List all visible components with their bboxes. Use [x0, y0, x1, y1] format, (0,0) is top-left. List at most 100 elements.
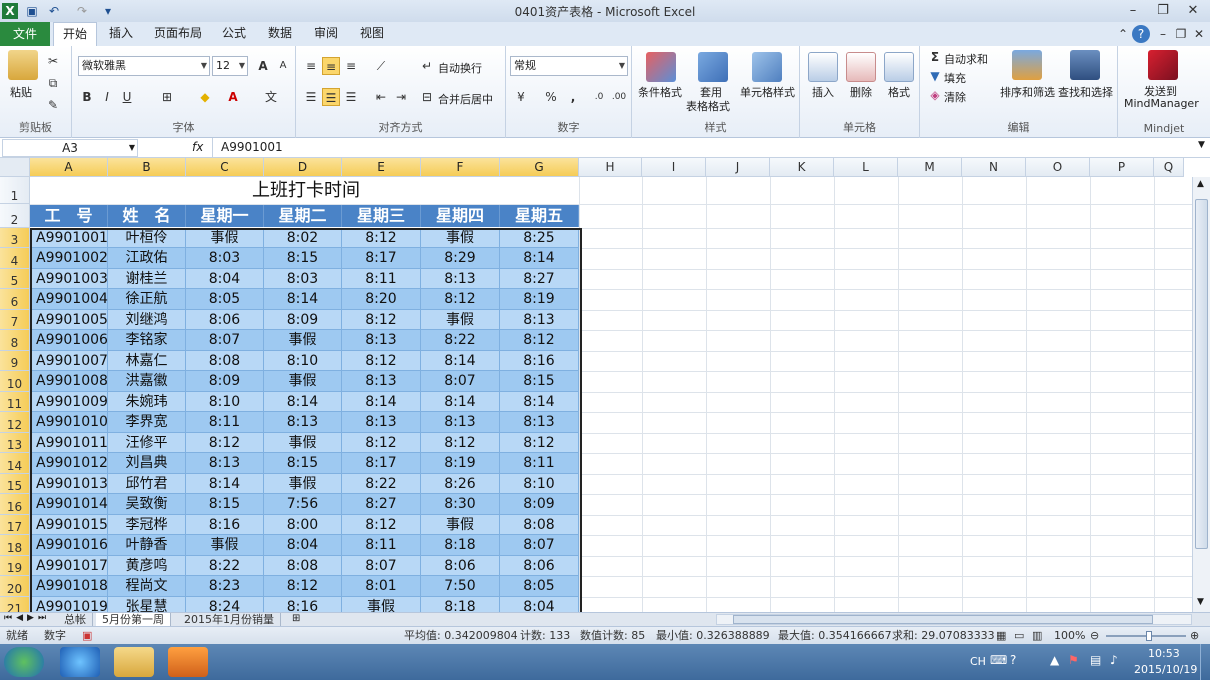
increase-indent-icon[interactable]: ⇥: [392, 88, 410, 106]
row-header-20[interactable]: 20: [0, 576, 30, 597]
table-cell-time[interactable]: 事假: [421, 310, 500, 330]
cut-icon[interactable]: ✂: [44, 52, 62, 70]
table-cell-name[interactable]: 汪修平: [108, 433, 186, 453]
row-header-17[interactable]: 17: [0, 515, 30, 535]
send-to-line2[interactable]: MindManager: [1124, 97, 1199, 110]
table-cell-name[interactable]: 谢桂兰: [108, 269, 186, 289]
table-cell-time[interactable]: 7:56: [264, 494, 342, 515]
table-cell-name[interactable]: 邱竹君: [108, 474, 186, 494]
table-header-cell[interactable]: 星期二: [264, 205, 342, 227]
delete-cells-icon[interactable]: [846, 52, 876, 82]
table-cell-name[interactable]: 刘继鸿: [108, 310, 186, 330]
row-header-10[interactable]: 10: [0, 371, 30, 392]
table-cell-time[interactable]: 8:09: [264, 310, 342, 330]
column-header-F[interactable]: F: [421, 158, 500, 177]
table-cell-time[interactable]: 8:12: [342, 515, 421, 535]
minimize-icon[interactable]: –: [1120, 2, 1146, 20]
table-cell-time[interactable]: 8:17: [342, 248, 421, 269]
table-cell-time[interactable]: 8:16: [264, 597, 342, 612]
table-cell-id[interactable]: A9901004: [30, 289, 108, 310]
column-header-Q[interactable]: Q: [1154, 158, 1184, 177]
table-cell-time[interactable]: 8:15: [264, 453, 342, 474]
table-cell-time[interactable]: 事假: [342, 597, 421, 612]
table-cell-id[interactable]: A9901001: [30, 228, 108, 248]
doc-restore-icon[interactable]: ❐: [1172, 25, 1190, 43]
table-cell-id[interactable]: A9901007: [30, 351, 108, 371]
table-cell-time[interactable]: 8:03: [264, 269, 342, 289]
table-cell-id[interactable]: A9901005: [30, 310, 108, 330]
table-cell-name[interactable]: 洪嘉徽: [108, 371, 186, 392]
help-tray-icon[interactable]: ?: [1010, 653, 1016, 667]
grow-font-icon[interactable]: A: [254, 57, 272, 75]
table-cell-time[interactable]: 8:06: [500, 556, 579, 576]
table-cell-time[interactable]: 8:30: [421, 494, 500, 515]
row-header-2[interactable]: 2: [0, 204, 30, 228]
table-cell-time[interactable]: 8:14: [500, 248, 579, 269]
column-header-A[interactable]: A: [30, 158, 108, 177]
minimize-ribbon-icon[interactable]: ⌃: [1114, 25, 1132, 43]
merge-center-button[interactable]: 合并后居中: [438, 91, 493, 107]
table-cell-id[interactable]: A9901011: [30, 433, 108, 453]
table-cell-time[interactable]: 8:17: [342, 453, 421, 474]
zoom-slider[interactable]: [1106, 631, 1186, 641]
row-header-6[interactable]: 6: [0, 289, 30, 310]
wrap-text-button[interactable]: 自动换行: [438, 60, 482, 76]
table-cell-id[interactable]: A9901015: [30, 515, 108, 535]
align-center-icon[interactable]: ☰: [322, 88, 340, 106]
table-cell-time[interactable]: 8:13: [186, 453, 264, 474]
column-header-E[interactable]: E: [342, 158, 421, 177]
comma-button[interactable]: ,: [564, 88, 582, 106]
column-header-G[interactable]: G: [500, 158, 579, 177]
table-cell-time[interactable]: 8:00: [264, 515, 342, 535]
table-cell-time[interactable]: 8:08: [186, 351, 264, 371]
column-header-B[interactable]: B: [108, 158, 186, 177]
table-cell-name[interactable]: 张星慧: [108, 597, 186, 612]
vertical-scroll-thumb[interactable]: [1195, 199, 1208, 549]
table-cell-time[interactable]: 8:10: [264, 351, 342, 371]
table-cell-name[interactable]: 叶静香: [108, 535, 186, 556]
row-header-11[interactable]: 11: [0, 392, 30, 412]
decrease-indent-icon[interactable]: ⇤: [372, 88, 390, 106]
orientation-icon[interactable]: ⟋: [372, 57, 390, 75]
autosum-button[interactable]: 自动求和: [944, 51, 988, 67]
table-cell-time[interactable]: 8:13: [421, 412, 500, 433]
table-cell-id[interactable]: A9901016: [30, 535, 108, 556]
show-hidden-icon[interactable]: ▲: [1050, 653, 1059, 667]
percent-button[interactable]: %: [542, 88, 560, 106]
table-cell-time[interactable]: 8:12: [342, 310, 421, 330]
formula-input[interactable]: A9901001: [212, 138, 1198, 157]
sheet-title[interactable]: 上班打卡时间: [30, 177, 582, 204]
table-cell-time[interactable]: 事假: [186, 228, 264, 248]
table-cell-time[interactable]: 8:10: [186, 392, 264, 412]
format-cells-button[interactable]: 格式: [888, 84, 910, 100]
table-cell-time[interactable]: 8:12: [186, 433, 264, 453]
row-header-12[interactable]: 12: [0, 412, 30, 433]
table-cell-time[interactable]: 8:08: [264, 556, 342, 576]
close-icon[interactable]: ✕: [1180, 2, 1206, 20]
format-as-table-line2[interactable]: 表格格式: [686, 98, 730, 114]
explorer-icon[interactable]: [114, 647, 154, 677]
row-header-15[interactable]: 15: [0, 474, 30, 494]
row-header-21[interactable]: 21: [0, 597, 30, 612]
paste-button[interactable]: 粘贴: [10, 84, 32, 100]
insert-cells-button[interactable]: 插入: [812, 84, 834, 100]
merge-center-icon[interactable]: ⊟: [418, 88, 436, 106]
table-cell-time[interactable]: 8:07: [342, 556, 421, 576]
zoom-slider-thumb[interactable]: [1146, 631, 1152, 641]
find-select-button[interactable]: 查找和选择: [1058, 84, 1113, 100]
column-header-O[interactable]: O: [1026, 158, 1090, 177]
clock-time[interactable]: 10:53: [1148, 647, 1180, 660]
table-cell-time[interactable]: 8:14: [342, 392, 421, 412]
keyboard-icon[interactable]: ⌨: [990, 653, 1007, 667]
table-cell-time[interactable]: 8:16: [186, 515, 264, 535]
table-cell-time[interactable]: 8:02: [264, 228, 342, 248]
table-cell-name[interactable]: 林嘉仁: [108, 351, 186, 371]
table-cell-time[interactable]: 8:07: [186, 330, 264, 351]
table-cell-id[interactable]: A9901012: [30, 453, 108, 474]
sheet-tab-ledger[interactable]: 总帐: [58, 613, 93, 627]
align-bottom-icon[interactable]: ≡: [342, 57, 360, 75]
help-icon[interactable]: ?: [1132, 25, 1150, 43]
insert-cells-icon[interactable]: [808, 52, 838, 82]
table-cell-time[interactable]: 8:01: [342, 576, 421, 597]
scroll-up-icon[interactable]: ▲: [1197, 179, 1204, 189]
